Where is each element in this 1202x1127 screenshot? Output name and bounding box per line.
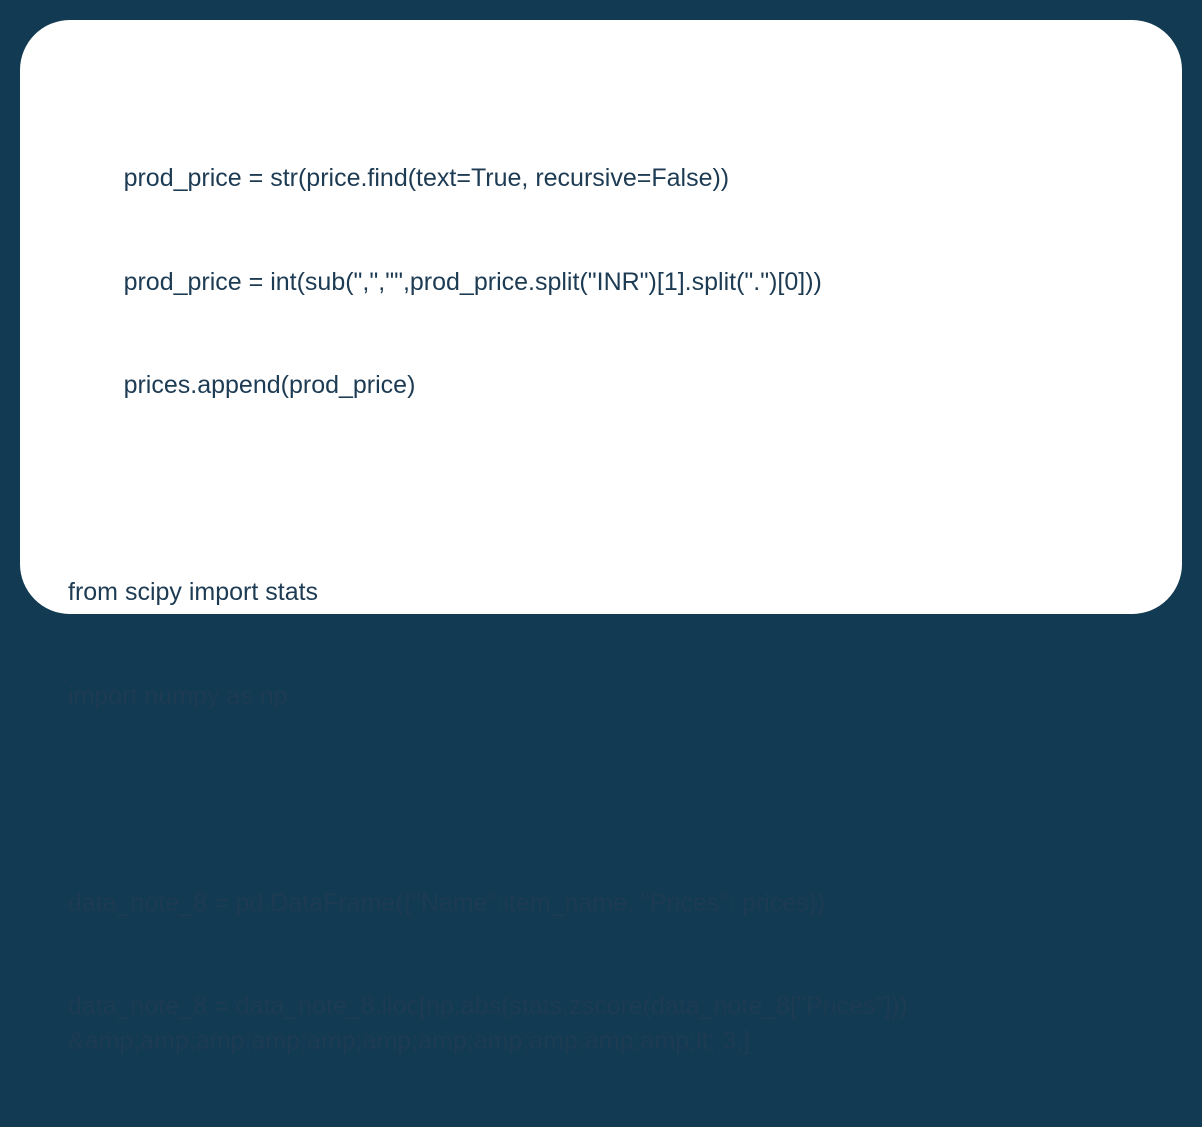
- code-line: prod_price = int(sub(",","",prod_price.s…: [68, 265, 1134, 300]
- code-line: prod_price = str(price.find(text=True, r…: [68, 161, 1134, 196]
- code-block: prod_price = str(price.find(text=True, r…: [68, 92, 1134, 1127]
- code-card: prod_price = str(price.find(text=True, r…: [20, 20, 1182, 614]
- code-line: prices.append(prod_price): [68, 368, 1134, 403]
- code-line: from scipy import stats: [68, 575, 1134, 610]
- code-line: [68, 472, 1134, 507]
- code-line: [68, 782, 1134, 817]
- code-line: import numpy as np: [68, 679, 1134, 714]
- code-line: data_note_8 = data_note_8.iloc[np.abs(st…: [68, 989, 1134, 1058]
- code-line: data_note_8 = pd.DataFrame({"Name":item_…: [68, 886, 1134, 921]
